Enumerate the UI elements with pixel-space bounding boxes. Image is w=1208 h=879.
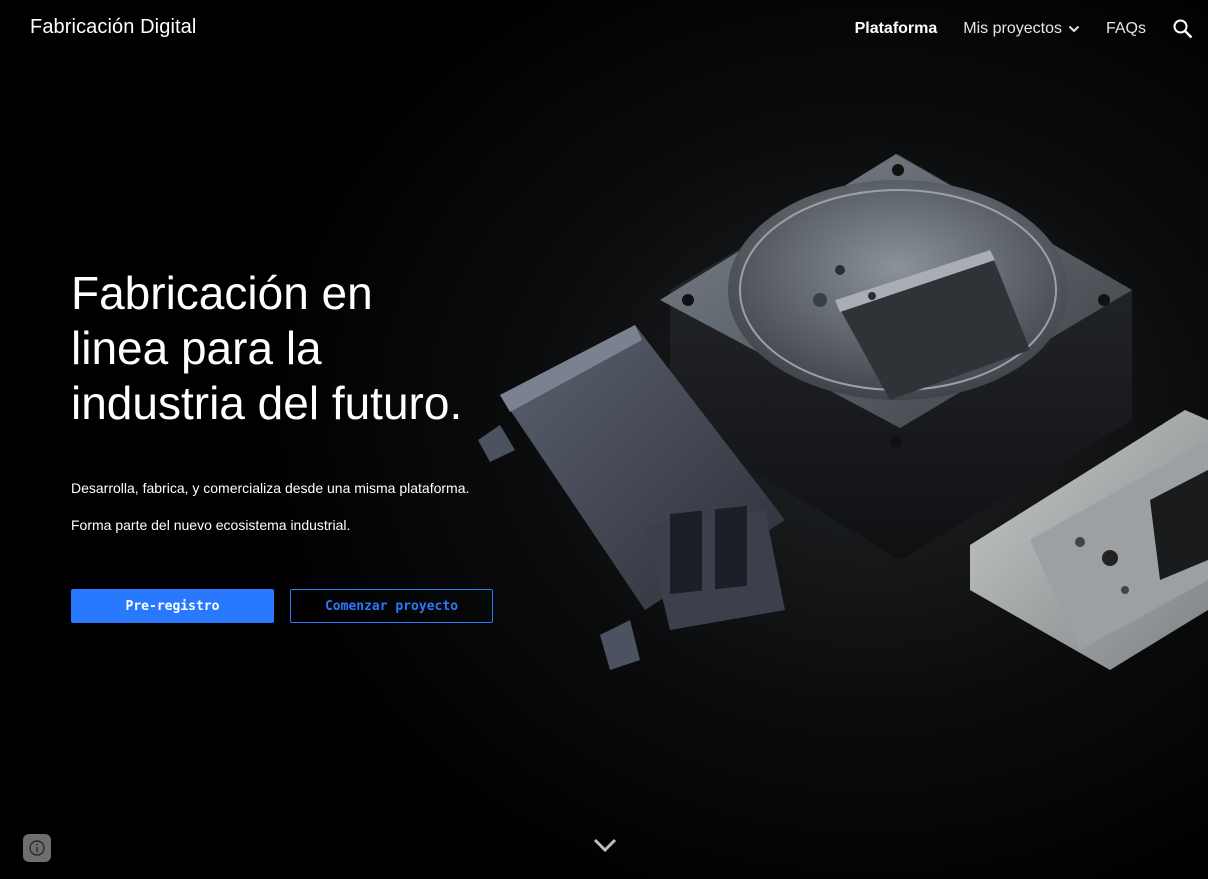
hero-title-line: linea para la (71, 322, 322, 374)
nav-item-label: Plataforma (854, 20, 938, 37)
nav-item-faqs[interactable]: FAQs (1106, 20, 1146, 38)
main-nav: Plataforma Mis proyectos FAQs (855, 0, 1208, 58)
nav-item-label: Mis proyectos (963, 20, 1062, 37)
top-navigation-bar: Fabricación Digital Plataforma Mis proye… (0, 0, 1208, 58)
nav-item-label: FAQs (1105, 20, 1146, 37)
nav-item-mis-proyectos[interactable]: Mis proyectos (963, 20, 1080, 38)
search-icon[interactable] (1172, 18, 1194, 40)
info-icon (29, 840, 45, 856)
hero-title-line: industria del futuro. (71, 377, 463, 429)
chevron-down-icon[interactable] (592, 836, 618, 854)
nav-item-plataforma[interactable]: Plataforma (855, 20, 938, 38)
hero-product-image (478, 154, 1208, 670)
hero-subtitle: Desarrolla, fabrica, y comercializa desd… (71, 480, 470, 496)
hero-title: Fabricación en linea para la industria d… (71, 266, 511, 431)
pre-registro-button[interactable]: Pre-registro (71, 589, 274, 623)
site-title[interactable]: Fabricación Digital (30, 16, 196, 39)
page: Fabricación Digital Plataforma Mis proye… (0, 0, 1208, 879)
chevron-down-icon (1068, 25, 1080, 33)
info-button[interactable] (23, 834, 51, 862)
comenzar-proyecto-button[interactable]: Comenzar proyecto (290, 589, 493, 623)
hero-title-line: Fabricación en (71, 267, 373, 319)
hero-subtitle: Forma parte del nuevo ecosistema industr… (71, 517, 351, 533)
